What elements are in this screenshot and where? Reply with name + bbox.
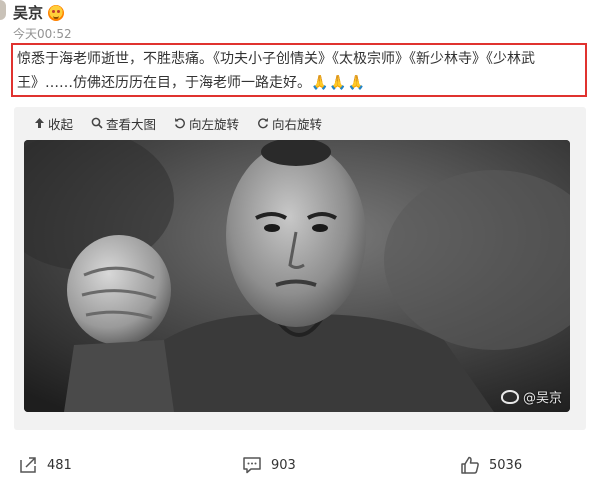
rotate-right-icon [258, 118, 269, 129]
rotate-left-label: 向左旋转 [189, 116, 240, 132]
collapse-up-icon [35, 118, 44, 128]
comment-count: 903 [271, 457, 296, 473]
image-toolbar: 收起 查看大图 向左旋转 向右旋转 [34, 113, 322, 133]
collapse-button[interactable]: 收起 [34, 114, 73, 133]
post-time[interactable]: 今天00:52 [13, 25, 72, 42]
collapse-label: 收起 [48, 116, 74, 132]
search-icon [91, 117, 103, 129]
thumbs-up-icon [461, 456, 479, 474]
avatar[interactable] [0, 0, 6, 20]
media-box: 收起 查看大图 向左旋转 向右旋转 @吴京 [14, 107, 586, 430]
portrait-illustration [24, 140, 570, 412]
like-button[interactable]: 5036 [460, 456, 522, 474]
post-text-body: 惊悉于海老师逝世，不胜悲痛。《功夫小子创情关》《太极宗师》《新少林寺》《少林武王… [17, 51, 535, 91]
view-large-button[interactable]: 查看大图 [91, 114, 156, 133]
watermark-text: @吴京 [522, 391, 562, 406]
like-count: 5036 [489, 457, 523, 473]
post-text: 惊悉于海老师逝世，不胜悲痛。《功夫小子创情关》《太极宗师》《新少林寺》《少林武王… [11, 43, 587, 97]
weibo-logo-icon [500, 389, 519, 404]
verified-emoji-icon [48, 4, 65, 21]
author-name[interactable]: 吴京 [13, 2, 65, 23]
repost-icon [20, 457, 36, 473]
rotate-left-icon [175, 118, 185, 129]
repost-button[interactable]: 481 [18, 456, 72, 474]
rotate-right-button[interactable]: 向右旋转 [257, 114, 322, 133]
pray-emoji-icon: 🙏🙏🙏 [311, 75, 367, 91]
comment-button[interactable]: 903 [242, 456, 296, 474]
post-footer: 481 903 5036 [0, 450, 600, 480]
rotate-right-label: 向右旋转 [272, 116, 323, 132]
repost-count: 481 [47, 457, 72, 473]
comment-icon [243, 457, 261, 474]
photo-watermark: @吴京 [500, 387, 562, 406]
rotate-left-button[interactable]: 向左旋转 [174, 114, 239, 133]
post-photo[interactable]: @吴京 [24, 140, 570, 412]
author-name-text[interactable]: 吴京 [13, 2, 43, 23]
view-large-label: 查看大图 [106, 116, 157, 132]
